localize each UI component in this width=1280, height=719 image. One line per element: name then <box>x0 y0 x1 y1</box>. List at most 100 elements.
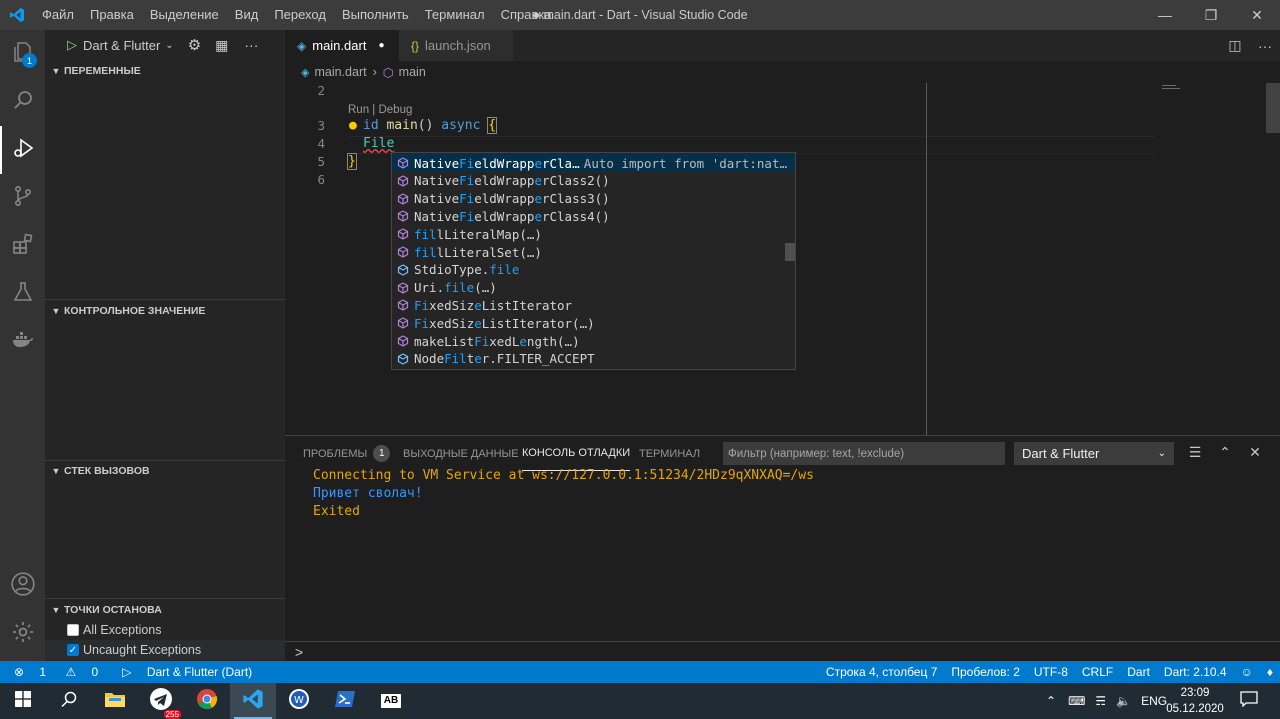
suggestion-item[interactable]: fil lLiteralSet(…) <box>392 243 795 261</box>
suggestion-item[interactable]: Native Fi eldWrapp e rClass3() <box>392 190 795 208</box>
explorer-button[interactable]: 1 <box>0 30 45 78</box>
source-control-button[interactable] <box>0 174 45 222</box>
word-app[interactable]: W <box>276 683 322 719</box>
breakpoint-uncaught-exceptions[interactable]: ✓ Uncaught Exceptions <box>45 640 285 660</box>
debug-settings-gear-icon[interactable]: ⚙ <box>188 36 201 54</box>
menu-terminal[interactable]: Терминал <box>417 0 493 30</box>
file-explorer-app[interactable] <box>92 683 138 719</box>
debug-session-select[interactable]: Dart & Flutter ⌄ <box>1014 442 1174 465</box>
maximize-panel-icon[interactable]: ⌃ <box>1215 444 1235 461</box>
powershell-app[interactable] <box>322 683 368 719</box>
breadcrumb-file[interactable]: main.dart <box>314 65 366 79</box>
more-actions-icon[interactable]: ··· <box>244 37 258 53</box>
telegram-app[interactable]: 255 <box>138 683 184 719</box>
callstack-section-header[interactable]: ▼ СТЕК ВЫЗОВОВ <box>45 460 285 482</box>
accounts-button[interactable] <box>0 562 45 610</box>
action-center-button[interactable] <box>1226 683 1272 719</box>
input-language[interactable]: ENG <box>1141 694 1167 708</box>
suggestion-item[interactable]: Native Fi eldWrapp e rCla… Auto import from '… <box>392 154 795 172</box>
tab-main-dart[interactable]: ◈ main.dart ● <box>285 30 399 61</box>
cursor-position[interactable]: Строка 4, столбец 7 <box>819 665 944 679</box>
feedback-icon[interactable]: ☺ <box>1234 665 1260 679</box>
callstack-title: СТЕК ВЫЗОВОВ <box>64 465 150 477</box>
wifi-icon[interactable]: ☴ <box>1095 694 1106 708</box>
menu-file[interactable]: Файл <box>34 0 82 30</box>
minimize-button[interactable]: — <box>1142 0 1188 30</box>
taskbar-search-button[interactable] <box>46 683 92 719</box>
suggestion-item[interactable]: Node Fil t e r.FILTER_ACCEPT <box>392 350 795 368</box>
chevron-right-icon: > <box>295 643 304 660</box>
maximize-button[interactable]: ❐ <box>1188 0 1234 30</box>
tab-label: main.dart <box>312 38 367 53</box>
suggestion-item[interactable]: StdioType. file <box>392 261 795 279</box>
tab-debug-console[interactable]: КОНСОЛЬ ОТЛАДКИ <box>522 436 631 471</box>
breakpoints-section-header[interactable]: ▼ ТОЧКИ ОСТАНОВА <box>45 599 285 621</box>
clock[interactable]: 23:09 05.12.2020 <box>1165 685 1225 717</box>
language-mode[interactable]: Dart <box>1120 665 1157 679</box>
abbyy-app[interactable]: AB <box>368 683 414 719</box>
menu-view[interactable]: Вид <box>227 0 267 30</box>
menu-edit[interactable]: Правка <box>82 0 142 30</box>
minimap[interactable] <box>1162 83 1222 93</box>
chevron-down-icon[interactable]: ⌄ <box>165 40 173 51</box>
start-button[interactable] <box>0 683 46 719</box>
breadcrumb-symbol[interactable]: main <box>399 65 426 79</box>
unsaved-dot-icon[interactable]: ● <box>378 40 384 51</box>
watch-section-header[interactable]: ▼ КОНТРОЛЬНОЕ ЗНАЧЕНИЕ <box>45 300 285 322</box>
keyboard-icon[interactable]: ⌨ <box>1068 694 1085 708</box>
sdk-version[interactable]: Dart: 2.10.4 <box>1157 665 1234 679</box>
tab-problems[interactable]: ПРОБЛЕМЫ 1 <box>303 436 391 471</box>
end-of-line[interactable]: CRLF <box>1075 665 1120 679</box>
suggestion-item[interactable]: fil lLiteralMap(…) <box>392 225 795 243</box>
suggestion-item[interactable]: Uri. file (…) <box>392 279 795 297</box>
breakpoint-all-exceptions[interactable]: All Exceptions <box>45 620 285 640</box>
suggestion-item[interactable]: Native Fi eldWrapp e rClass2() <box>392 172 795 190</box>
start-debugging-button[interactable]: ▷ <box>67 37 77 53</box>
suggestion-item[interactable]: Fi xedSiz e ListIterator <box>392 296 795 314</box>
show-hidden-icons-chevron-up-icon[interactable]: ⌃ <box>1046 694 1056 708</box>
run-debug-codelens[interactable]: Run | Debug <box>348 104 412 116</box>
tab-output[interactable]: ВЫХОДНЫЕ ДАННЫЕ <box>403 436 519 471</box>
filter-input[interactable]: Фильтр (например: text, !exclude) <box>723 442 1005 465</box>
variables-section-header[interactable]: ▼ ПЕРЕМЕННЫЕ <box>45 60 285 82</box>
extensions-button[interactable] <box>0 222 45 270</box>
problems-count-badge: 1 <box>373 445 391 462</box>
chrome-app[interactable] <box>184 683 230 719</box>
menu-selection[interactable]: Выделение <box>142 0 227 30</box>
checkbox-checked[interactable]: ✓ <box>67 644 79 656</box>
vscode-app[interactable] <box>230 683 276 719</box>
debug-console-icon[interactable]: ▦ <box>215 37 228 54</box>
clear-console-icon[interactable]: ☰ <box>1185 444 1205 461</box>
editor-scrollbar[interactable] <box>1266 83 1280 133</box>
encoding[interactable]: UTF-8 <box>1027 665 1075 679</box>
notifications-bell-icon[interactable]: ♦ <box>1260 665 1280 679</box>
tab-terminal[interactable]: ТЕРМИНАЛ <box>639 436 700 471</box>
run-debug-button[interactable] <box>0 126 45 174</box>
suggestion-item[interactable]: Fi xedSiz e ListIterator(…) <box>392 314 795 332</box>
debug-status[interactable]: ▷ Dart & Flutter (Dart) <box>122 665 264 679</box>
menu-help[interactable]: Справка <box>493 0 560 30</box>
menu-run[interactable]: Выполнить <box>334 0 417 30</box>
debug-config-select[interactable]: Dart & Flutter <box>83 38 160 53</box>
suggestion-item[interactable]: makeList Fi xedL e ngth(…) <box>392 332 795 350</box>
menu-go[interactable]: Переход <box>266 0 334 30</box>
more-actions-icon[interactable]: ··· <box>1250 38 1280 54</box>
manage-button[interactable] <box>0 610 45 658</box>
dart-file-icon: ◈ <box>297 38 307 53</box>
testing-button[interactable] <box>0 270 45 318</box>
indentation[interactable]: Пробелов: 2 <box>944 665 1027 679</box>
lightbulb-icon[interactable]: ● <box>349 118 357 133</box>
split-editor-icon[interactable]: ◫ <box>1220 37 1250 54</box>
close-window-button[interactable]: ✕ <box>1234 0 1280 30</box>
docker-button[interactable] <box>0 318 45 366</box>
checkbox[interactable] <box>67 624 79 636</box>
close-panel-icon[interactable]: ✕ <box>1245 444 1265 461</box>
tab-launch-json[interactable]: {} launch.json <box>399 30 513 61</box>
suggestion-item[interactable]: Native Fi eldWrapp e rClass4() <box>392 207 795 225</box>
search-button[interactable] <box>0 78 45 126</box>
problems-status[interactable]: ⊗ 1 ⚠ 0 <box>14 665 110 679</box>
suggestion-text: Native <box>414 173 460 189</box>
suggest-scrollbar[interactable] <box>785 243 795 261</box>
debug-console-input[interactable]: > <box>285 641 1280 661</box>
volume-icon[interactable]: 🔈 <box>1116 694 1131 708</box>
